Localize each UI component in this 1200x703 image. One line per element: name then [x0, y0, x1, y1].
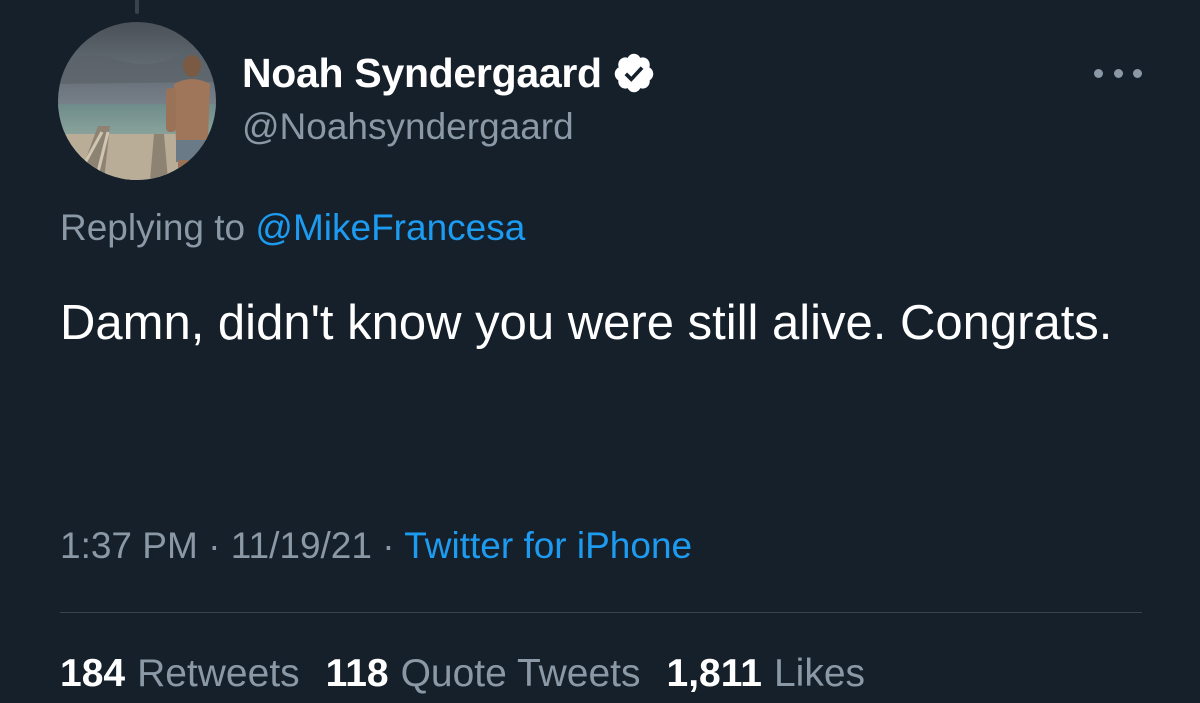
divider	[60, 612, 1142, 613]
replying-to: Replying to @MikeFrancesa	[60, 207, 525, 249]
tweet-date[interactable]: 11/19/21	[231, 525, 372, 566]
tweet-time[interactable]: 1:37 PM	[60, 525, 198, 566]
avatar[interactable]	[58, 22, 216, 180]
author-name-row: Noah Syndergaard	[242, 50, 656, 96]
reply-mention-link[interactable]: @MikeFrancesa	[255, 207, 525, 248]
author-info: Noah Syndergaard @Noahsyndergaard	[242, 50, 656, 148]
retweets-count: 184	[60, 652, 126, 695]
likes-label: Likes	[773, 652, 866, 695]
more-dot	[1133, 68, 1142, 78]
profile-photo-image	[58, 22, 216, 180]
quote-tweets-label: Quote Tweets	[400, 652, 641, 695]
quote-tweets-count: 118	[325, 652, 389, 695]
replying-to-label: Replying to	[60, 207, 246, 248]
likes-stat[interactable]: 1,811 Likes	[667, 652, 866, 696]
meta-separator: ·	[382, 525, 395, 566]
retweets-stat[interactable]: 184 Retweets	[60, 652, 300, 696]
more-dot	[1113, 68, 1123, 78]
tweet-source-link[interactable]: Twitter for iPhone	[404, 525, 692, 566]
likes-count: 1,811	[666, 652, 762, 695]
tweet-text: Damn, didn't know you were still alive. …	[60, 296, 1113, 350]
thread-connector-line	[135, 0, 139, 14]
author-handle[interactable]: @Noahsyndergaard	[242, 106, 656, 148]
tweet-meta: 1:37 PM · 11/19/21 · Twitter for iPhone	[60, 525, 692, 567]
retweets-label: Retweets	[137, 652, 300, 695]
meta-separator: ·	[208, 525, 221, 566]
verified-badge-icon	[612, 51, 656, 95]
more-options-icon[interactable]	[1094, 58, 1142, 88]
author-display-name[interactable]: Noah Syndergaard	[242, 50, 602, 97]
more-dot	[1094, 68, 1103, 78]
quote-tweets-stat[interactable]: 118 Quote Tweets	[326, 652, 641, 696]
engagement-stats: 184 Retweets 118 Quote Tweets 1,811 Likes	[60, 652, 865, 696]
